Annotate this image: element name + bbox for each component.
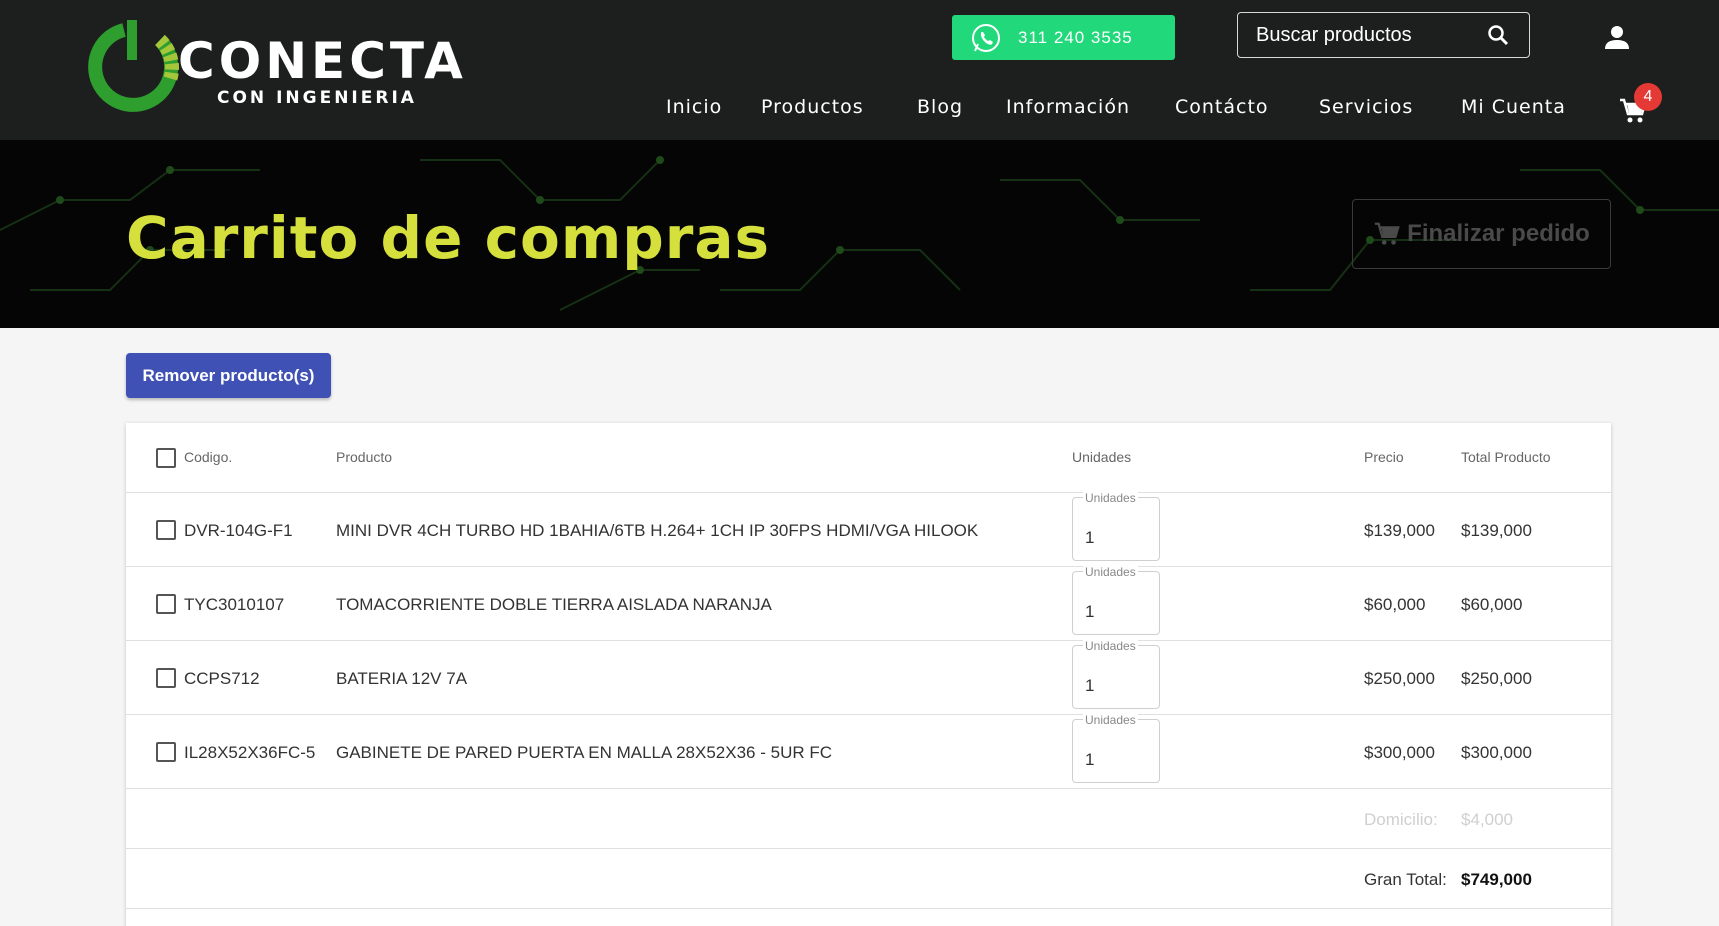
nav-item-servicios[interactable]: Servicios (1319, 96, 1413, 118)
table-header-row: Codigo. Producto Unidades Precio Total P… (126, 423, 1611, 493)
product-name: TOMACORRIENTE DOBLE TIERRA AISLADA NARAN… (336, 595, 772, 614)
product-code: TYC3010107 (184, 595, 285, 614)
user-icon[interactable] (1604, 24, 1630, 50)
product-total: $139,000 (1461, 521, 1532, 540)
product-price: $139,000 (1364, 521, 1435, 540)
table-row: TYC3010107 TOMACORRIENTE DOBLE TIERRA AI… (126, 565, 1611, 641)
delivery-row: Domicilio: $4,000 (126, 789, 1611, 849)
finalize-order-label: Finalizar pedido (1407, 220, 1590, 247)
whatsapp-number: 311 240 3535 (1018, 27, 1133, 47)
select-all-checkbox[interactable] (156, 448, 176, 468)
product-total: $300,000 (1461, 743, 1532, 762)
whatsapp-icon (972, 23, 1000, 52)
product-total: $60,000 (1461, 595, 1523, 614)
product-code: CCPS712 (184, 669, 260, 688)
whatsapp-button[interactable]: 311 240 3535 (952, 15, 1175, 60)
search-input[interactable]: Buscar productos (1237, 12, 1530, 58)
svg-text:CON INGENIERIA: CON INGENIERIA (217, 88, 417, 108)
header-units: Unidades (1072, 449, 1132, 465)
product-code: IL28X52X36FC-5 (184, 743, 316, 762)
quantity-field[interactable]: Unidades 1 (1072, 491, 1160, 561)
grand-total-row: Gran Total: $749,000 (126, 849, 1611, 909)
quantity-field[interactable]: Unidades 1 (1072, 639, 1160, 709)
cart-icon (1375, 222, 1400, 245)
quantity-label: Unidades (1083, 565, 1138, 579)
quantity-label: Unidades (1083, 639, 1138, 653)
product-name: GABINETE DE PARED PUERTA EN MALLA 28X52X… (336, 743, 833, 762)
product-code: DVR-104G-F1 (184, 521, 293, 540)
svg-text:CONECTA: CONECTA (178, 32, 467, 90)
product-name: BATERIA 12V 7A (336, 669, 468, 688)
page-title: Carrito de compras (126, 204, 771, 272)
nav-item-blog[interactable]: Blog (917, 96, 963, 118)
delivery-value: $4,000 (1461, 810, 1513, 829)
product-price: $300,000 (1364, 743, 1435, 762)
nav-item-mi-cuenta[interactable]: Mi Cuenta (1461, 96, 1566, 118)
header-product: Producto (336, 449, 393, 465)
quantity-label: Unidades (1083, 491, 1138, 505)
site-header: CONECTA CON INGENIERIA 311 240 3535 Busc… (0, 0, 1719, 140)
quantity-value: 1 (1085, 676, 1095, 695)
quantity-label: Unidades (1083, 713, 1138, 727)
conecta-logo[interactable]: CONECTA CON INGENIERIA (82, 18, 532, 113)
product-price: $60,000 (1364, 595, 1426, 614)
product-name: MINI DVR 4CH TURBO HD 1BAHIA/6TB H.264+ … (336, 521, 979, 540)
quantity-field[interactable]: Unidades 1 (1072, 713, 1160, 783)
table-row: IL28X52X36FC-5 GABINETE DE PARED PUERTA … (126, 713, 1611, 789)
table-row: DVR-104G-F1 MINI DVR 4CH TURBO HD 1BAHIA… (126, 491, 1611, 567)
row-checkbox[interactable] (156, 668, 176, 688)
row-checkbox[interactable] (156, 594, 176, 614)
grand-total-value: $749,000 (1461, 870, 1532, 889)
quantity-value: 1 (1085, 528, 1095, 547)
quantity-value: 1 (1085, 750, 1095, 769)
nav-item-productos[interactable]: Productos (761, 96, 864, 118)
header-code: Codigo. (184, 449, 233, 465)
header-total: Total Producto (1461, 449, 1551, 465)
product-price: $250,000 (1364, 669, 1435, 688)
quantity-field[interactable]: Unidades 1 (1072, 565, 1160, 635)
header-price: Precio (1364, 449, 1404, 465)
delivery-label: Domicilio: (1364, 810, 1438, 829)
quantity-value: 1 (1085, 602, 1095, 621)
nav-item-inicio[interactable]: Inicio (666, 96, 722, 118)
cart-count-badge: 4 (1634, 83, 1662, 111)
remove-products-button[interactable]: Remover producto(s) (126, 353, 331, 398)
cart-table: Codigo. Producto Unidades Precio Total P… (126, 423, 1611, 926)
search-placeholder: Buscar productos (1256, 23, 1412, 46)
row-checkbox[interactable] (156, 520, 176, 540)
finalize-order-button[interactable]: Finalizar pedido (1352, 199, 1611, 269)
product-total: $250,000 (1461, 669, 1532, 688)
grand-total-label: Gran Total: (1364, 870, 1447, 889)
row-checkbox[interactable] (156, 742, 176, 762)
table-row: CCPS712 BATERIA 12V 7A Unidades 1 $250,0… (126, 639, 1611, 715)
search-icon[interactable] (1487, 24, 1509, 46)
nav-item-contacto[interactable]: Contácto (1175, 96, 1269, 118)
nav-item-informacion[interactable]: Información (1006, 96, 1130, 118)
